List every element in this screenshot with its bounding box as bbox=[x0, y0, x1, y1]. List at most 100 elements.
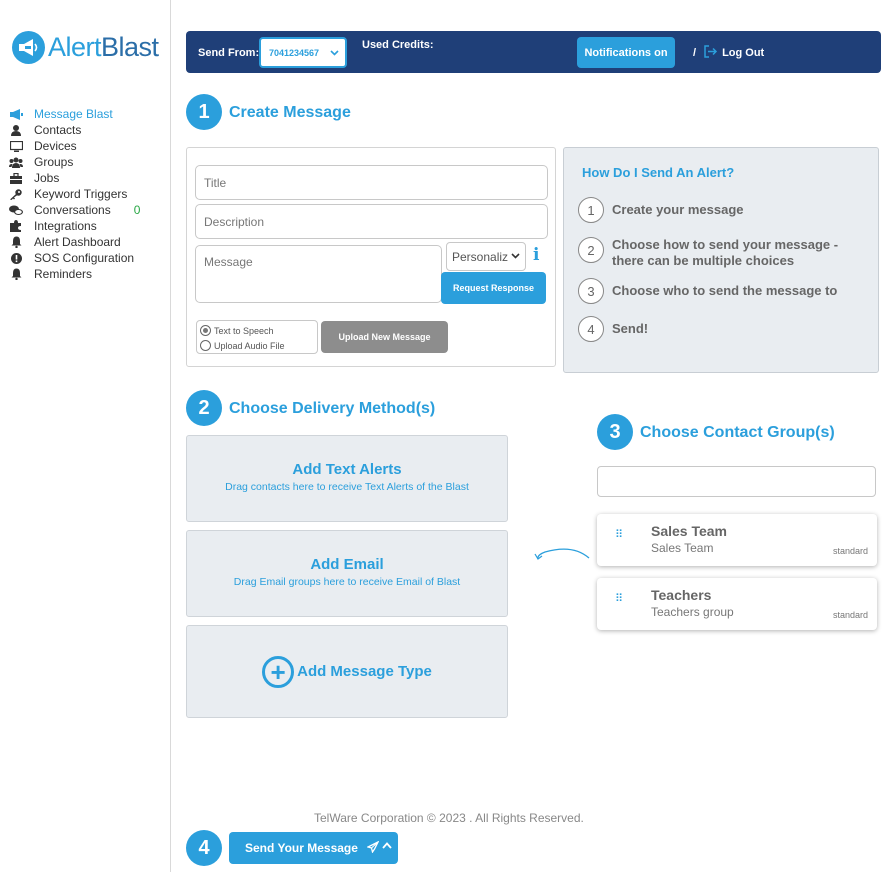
sidebar-item-jobs[interactable]: Jobs bbox=[9, 170, 140, 186]
drag-handle-icon[interactable]: ⠿ bbox=[615, 594, 625, 605]
sidebar-item-label: Jobs bbox=[34, 171, 60, 185]
sidebar-item-label: Keyword Triggers bbox=[34, 187, 128, 201]
sidebar-item-conversations[interactable]: Conversations 0 bbox=[9, 202, 140, 218]
users-icon bbox=[9, 156, 23, 168]
help-panel: How Do I Send An Alert? 1 Create your me… bbox=[563, 147, 879, 373]
copyright-footer: TelWare Corporation © 2023 . All Rights … bbox=[314, 811, 584, 825]
sidebar-item-label: Message Blast bbox=[34, 107, 113, 121]
help-step-number: 1 bbox=[578, 197, 604, 223]
logo[interactable]: AlertBlast bbox=[12, 31, 159, 64]
help-step-text: Send! bbox=[612, 321, 649, 336]
sidebar-item-groups[interactable]: Groups bbox=[9, 154, 140, 170]
send-from-label: Send From: bbox=[198, 47, 260, 59]
help-step: 1 Create your message bbox=[578, 197, 862, 223]
key-icon bbox=[9, 188, 23, 200]
chevron-down-icon bbox=[330, 48, 339, 59]
help-step: 4 Send! bbox=[578, 316, 862, 342]
megaphone-icon bbox=[9, 108, 23, 120]
request-response-button[interactable]: Request Response bbox=[441, 272, 546, 304]
exclamation-circle-icon bbox=[9, 252, 23, 264]
dropzone-subtitle: Drag contacts here to receive Text Alert… bbox=[225, 481, 469, 493]
personalize-value: Personaliz bbox=[452, 249, 509, 264]
user-icon bbox=[9, 124, 23, 136]
bell-icon bbox=[9, 268, 23, 280]
sidebar-item-label: Reminders bbox=[34, 267, 93, 281]
audio-source-options: Text to Speech Upload Audio File bbox=[196, 320, 318, 354]
add-message-type-button[interactable]: + Add Message Type bbox=[186, 625, 508, 718]
add-text-alerts-dropzone[interactable]: Add Text Alerts Drag contacts here to re… bbox=[186, 435, 508, 522]
drag-handle-icon[interactable]: ⠿ bbox=[615, 530, 625, 541]
dropzone-title: Add Email bbox=[310, 556, 384, 573]
radio-text-to-speech[interactable]: Text to Speech bbox=[200, 323, 314, 338]
dropzone-subtitle: Drag Email groups here to receive Email … bbox=[233, 576, 461, 588]
conversations-count-badge: 0 bbox=[133, 203, 141, 217]
group-card-sales-team[interactable]: ⠿ Sales Team Sales Team standard bbox=[597, 514, 877, 566]
group-type-tag: standard bbox=[832, 610, 868, 620]
sidebar-item-label: Groups bbox=[34, 155, 74, 169]
help-step-number: 4 bbox=[578, 316, 604, 342]
group-card-teachers[interactable]: ⠿ Teachers Teachers group standard bbox=[597, 578, 877, 630]
drag-hint-arrow-icon bbox=[534, 548, 590, 560]
sidebar-item-label: Conversations bbox=[34, 203, 111, 217]
step-1-number: 1 bbox=[186, 94, 222, 130]
upload-new-message-button[interactable]: Upload New Message bbox=[321, 321, 448, 353]
group-name: Teachers bbox=[651, 587, 712, 603]
help-step-text: Choose who to send the message to bbox=[612, 283, 838, 298]
group-search-input[interactable] bbox=[597, 466, 876, 497]
send-from-select[interactable]: 7041234567 bbox=[259, 37, 347, 68]
monitor-icon bbox=[9, 140, 23, 152]
puzzle-icon bbox=[9, 220, 23, 232]
help-step-number: 2 bbox=[578, 237, 604, 263]
logo-text: AlertBlast bbox=[48, 32, 159, 62]
step-2-title: Choose Delivery Method(s) bbox=[229, 400, 436, 417]
top-bar: Send From: 7041234567 Used Credits: Noti… bbox=[186, 31, 881, 73]
sidebar-item-devices[interactable]: Devices bbox=[9, 138, 140, 154]
sidebar-item-label: Contacts bbox=[34, 123, 82, 137]
help-step-number: 3 bbox=[578, 278, 604, 304]
group-description: Teachers group bbox=[651, 605, 734, 619]
step-2-number: 2 bbox=[186, 390, 222, 426]
logout-label: Log Out bbox=[722, 47, 765, 59]
step-1-title: Create Message bbox=[229, 104, 351, 121]
logout-link[interactable]: / Log Out bbox=[693, 45, 764, 61]
sidebar-item-alert-dashboard[interactable]: Alert Dashboard bbox=[9, 234, 140, 250]
help-step: 2 Choose how to send your message - ther… bbox=[578, 237, 862, 269]
sidebar-item-label: SOS Configuration bbox=[34, 251, 135, 265]
sidebar-item-contacts[interactable]: Contacts bbox=[9, 122, 140, 138]
comments-icon bbox=[9, 204, 23, 216]
send-from-value: 7041234567 bbox=[269, 47, 320, 58]
help-step-text: Create your message bbox=[612, 202, 744, 217]
sidebar-item-label: Devices bbox=[34, 139, 77, 153]
sidebar-item-label: Integrations bbox=[34, 219, 97, 233]
radio-button-selected[interactable] bbox=[200, 325, 211, 336]
dropzone-title: Add Text Alerts bbox=[292, 461, 402, 478]
add-email-dropzone[interactable]: Add Email Drag Email groups here to rece… bbox=[186, 530, 508, 617]
message-textarea[interactable]: Message bbox=[195, 245, 442, 303]
chevron-up-icon[interactable] bbox=[380, 838, 394, 852]
description-input[interactable]: Description bbox=[195, 204, 548, 239]
chevron-down-icon bbox=[511, 251, 520, 262]
help-title: How Do I Send An Alert? bbox=[582, 165, 735, 180]
used-credits-label: Used Credits: bbox=[362, 39, 434, 51]
sidebar-item-message-blast[interactable]: Message Blast bbox=[9, 106, 140, 122]
briefcase-icon bbox=[9, 172, 23, 184]
sidebar: AlertBlast Message Blast Contacts Device… bbox=[0, 0, 171, 872]
bell-icon bbox=[9, 236, 23, 248]
sidebar-item-sos-configuration[interactable]: SOS Configuration bbox=[9, 250, 140, 266]
sidebar-item-keyword-triggers[interactable]: Keyword Triggers bbox=[9, 186, 140, 202]
sidebar-nav: Message Blast Contacts Devices Groups Jo… bbox=[9, 106, 140, 282]
info-icon[interactable]: i bbox=[533, 245, 539, 265]
radio-upload-audio[interactable]: Upload Audio File bbox=[200, 338, 314, 353]
sidebar-item-integrations[interactable]: Integrations bbox=[9, 218, 140, 234]
radio-button[interactable] bbox=[200, 340, 211, 351]
notifications-button[interactable]: Notifications on bbox=[577, 37, 675, 68]
step-3-title: Choose Contact Group(s) bbox=[640, 424, 835, 441]
title-input[interactable]: Title bbox=[195, 165, 548, 200]
separator: / bbox=[693, 47, 697, 59]
send-message-button[interactable]: Send Your Message bbox=[229, 832, 398, 864]
sidebar-item-reminders[interactable]: Reminders bbox=[9, 266, 140, 282]
step-4-number: 4 bbox=[186, 830, 222, 866]
personalize-select[interactable]: Personaliz bbox=[446, 242, 526, 271]
group-description: Sales Team bbox=[651, 541, 714, 555]
step-3-number: 3 bbox=[597, 414, 633, 450]
